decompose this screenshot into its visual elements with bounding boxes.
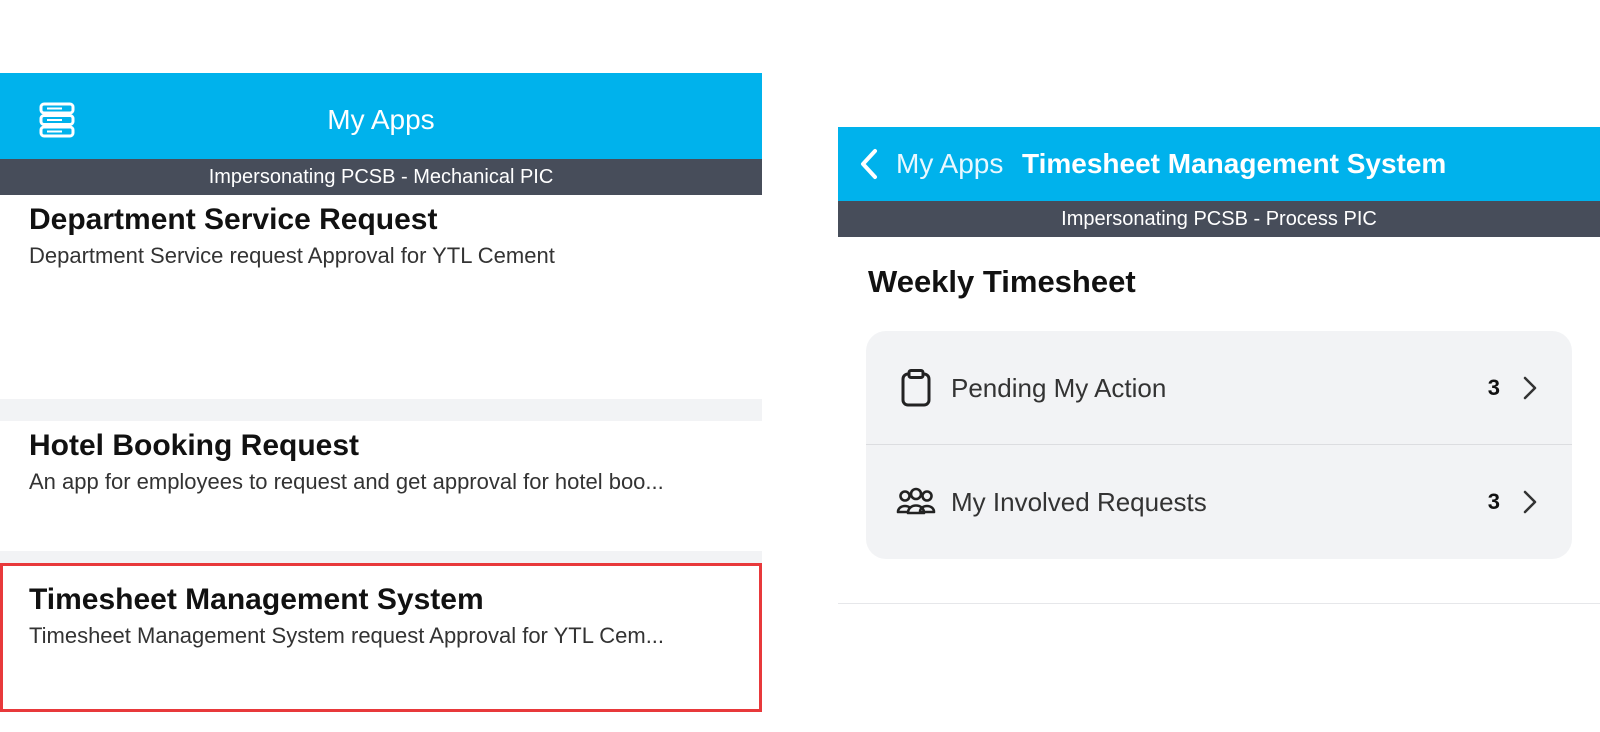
app-item-title: Timesheet Management System bbox=[29, 583, 484, 616]
menu-item-my-involved-requests[interactable]: My Involved Requests 3 bbox=[866, 445, 1572, 559]
section-title: Weekly Timesheet bbox=[868, 264, 1136, 299]
page-title: Timesheet Management System bbox=[1022, 148, 1447, 179]
app-header: My Apps bbox=[0, 73, 762, 159]
clipboard-icon bbox=[901, 369, 931, 407]
timesheet-screen: My Apps Timesheet Management System Impe… bbox=[838, 127, 1600, 607]
count-badge: 3 bbox=[1487, 489, 1500, 514]
menu-card: Pending My Action 3 My Involved Requests… bbox=[866, 331, 1572, 559]
chevron-right-icon bbox=[1523, 490, 1537, 514]
app-item-description: Department Service request Approval for … bbox=[29, 243, 555, 268]
divider bbox=[838, 603, 1600, 604]
app-item-hotel-booking-request[interactable]: Hotel Booking Request An app for employe… bbox=[0, 421, 762, 551]
back-button[interactable]: My Apps bbox=[896, 127, 1003, 201]
app-item-department-service-request[interactable]: Department Service Request Department Se… bbox=[0, 195, 762, 399]
app-item-title: Hotel Booking Request bbox=[29, 429, 360, 462]
app-item-description: An app for employees to request and get … bbox=[29, 469, 664, 494]
menu-item-label: My Involved Requests bbox=[951, 487, 1207, 517]
app-item-title: Department Service Request bbox=[29, 203, 438, 236]
menu-item-pending-my-action[interactable]: Pending My Action 3 bbox=[866, 331, 1572, 445]
app-header: My Apps Timesheet Management System bbox=[838, 127, 1600, 201]
chevron-right-icon bbox=[1523, 376, 1537, 400]
impersonation-banner: Impersonating PCSB - Process PIC bbox=[838, 201, 1600, 237]
page-title: My Apps bbox=[327, 104, 435, 135]
app-item-timesheet-management-system[interactable]: Timesheet Management System Timesheet Ma… bbox=[0, 563, 762, 711]
users-group-icon bbox=[896, 487, 936, 515]
menu-item-label: Pending My Action bbox=[951, 373, 1167, 403]
app-item-description: Timesheet Management System request Appr… bbox=[29, 623, 665, 648]
chevron-left-icon[interactable] bbox=[858, 147, 880, 181]
my-apps-screen: My Apps Impersonating PCSB - Mechanical … bbox=[0, 73, 762, 712]
count-badge: 3 bbox=[1487, 375, 1500, 400]
impersonation-banner: Impersonating PCSB - Mechanical PIC bbox=[0, 159, 762, 195]
